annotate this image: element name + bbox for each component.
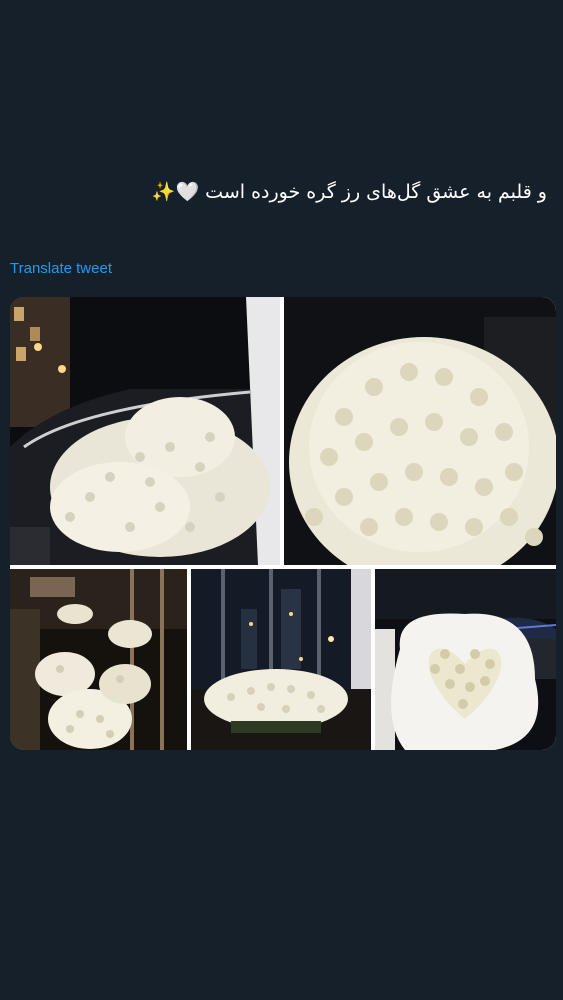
rose-heart-bouquet-in-car-icon <box>375 569 556 750</box>
photo-heart-bouquet-car[interactable] <box>375 569 556 750</box>
photo-roses-night-window[interactable] <box>191 569 371 750</box>
photo-grid <box>10 297 556 750</box>
roses-in-car-trunk-icon <box>10 297 280 565</box>
translate-tweet-link[interactable]: Translate tweet <box>10 260 112 277</box>
roses-in-lobby-icon <box>10 569 187 750</box>
photo-roses-lobby[interactable] <box>10 569 187 750</box>
photo-roses-car-trunk[interactable] <box>10 297 280 565</box>
rose-dome-bouquet-icon <box>284 297 556 565</box>
tweet-text: و قلبم به عشق گل‌های رز گره خورده است 🤍✨ <box>151 181 547 203</box>
photo-rose-dome-bouquet[interactable] <box>284 297 556 565</box>
roses-by-night-window-icon <box>191 569 371 750</box>
